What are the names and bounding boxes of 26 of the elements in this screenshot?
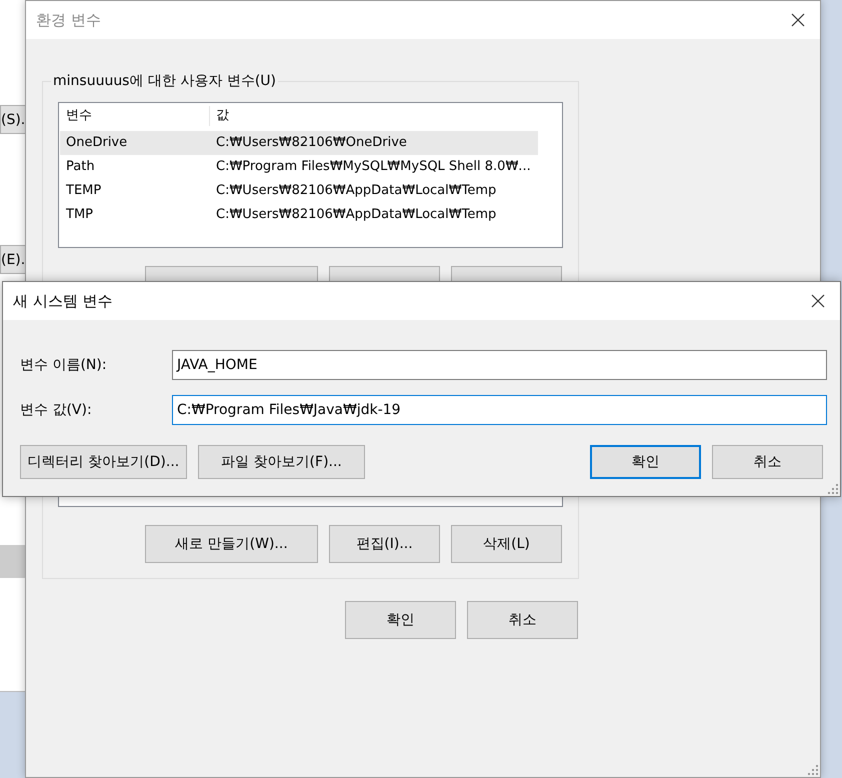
button[interactable]: 확인	[590, 445, 701, 479]
window-title: 새 시스템 변수	[13, 290, 113, 312]
button[interactable]: 취소	[467, 601, 578, 639]
list-row[interactable]: OneDrive C:₩Users₩82106₩OneDrive	[60, 131, 538, 155]
window-title: 환경 변수	[36, 10, 101, 31]
column-header[interactable]: 변수	[60, 106, 210, 126]
button[interactable]: 파일 찾아보기(F)...	[198, 445, 365, 479]
input-field[interactable]: C:₩Program Files₩Java₩jdk-19	[172, 395, 827, 425]
list-row[interactable]: TMP C:₩Users₩82106₩AppData₩Local₩Temp	[60, 203, 538, 227]
close-icon	[791, 13, 805, 27]
resize-grip-icon[interactable]	[808, 765, 818, 775]
field-label: 변수 값(V):	[20, 400, 93, 420]
list-row[interactable]: Path C:₩Program Files₩MySQL₩MySQL Shell 8.0₩...	[60, 155, 538, 179]
button[interactable]: 새로 만들기(W)...	[145, 525, 318, 563]
input-field[interactable]: JAVA_HOME	[172, 350, 827, 380]
resize-grip-icon[interactable]	[828, 484, 838, 494]
list-row[interactable]: TEMP C:₩Users₩82106₩AppData₩Local₩Temp	[60, 179, 538, 203]
column-header[interactable]: 값	[210, 106, 538, 126]
field-label: 변수 이름(N):	[20, 356, 108, 374]
button[interactable]: 디렉터리 찾아보기(D)...	[20, 445, 187, 479]
button[interactable]: 확인	[345, 601, 456, 639]
group-label: minsuuuus에 대한 사용자 변수(U)	[51, 72, 278, 90]
button[interactable]: 삭제(L)	[451, 525, 562, 563]
button[interactable]: 취소	[712, 445, 823, 479]
button[interactable]: 편집(I)...	[329, 525, 440, 563]
close-icon	[811, 294, 825, 308]
